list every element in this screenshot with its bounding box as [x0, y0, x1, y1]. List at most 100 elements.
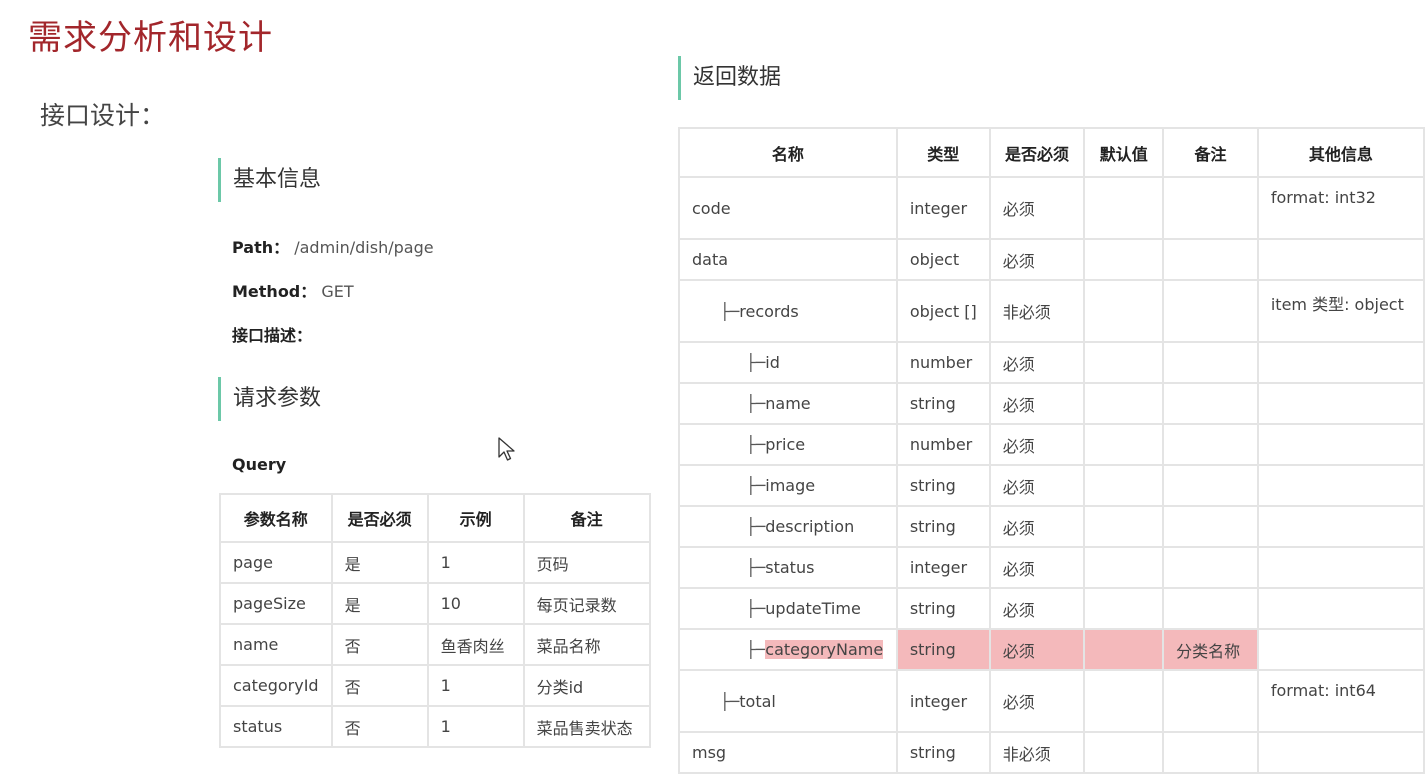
- path-label: Path：: [232, 238, 290, 257]
- table-cell: 1: [426, 705, 525, 748]
- table-header-row: 名称 类型 是否必须 默认值 备注 其他信息: [678, 127, 1425, 178]
- table-cell: 鱼香肉丝: [426, 623, 525, 666]
- column-header: 是否必须: [988, 127, 1086, 178]
- column-header: 备注: [1162, 127, 1259, 178]
- field-default: [1083, 238, 1165, 281]
- tree-branch-icon: ├─: [720, 301, 740, 321]
- field-type: number: [895, 423, 991, 466]
- column-header: 参数名称: [219, 493, 333, 543]
- field-type: string: [895, 505, 991, 548]
- field-other: [1256, 341, 1425, 384]
- table-row: status 否 1 菜品售卖状态: [219, 705, 651, 748]
- table-cell: 每页记录数: [522, 582, 651, 625]
- field-other: [1256, 587, 1425, 630]
- field-other: item 类型: object: [1256, 279, 1425, 343]
- field-name: description: [765, 517, 855, 536]
- table-cell: pageSize: [219, 582, 333, 625]
- field-name-cell: ├─total: [678, 669, 898, 733]
- field-default: [1083, 464, 1165, 507]
- field-other: [1256, 546, 1425, 589]
- tree-branch-icon: ├─: [746, 353, 766, 372]
- field-required: 非必须: [988, 731, 1086, 774]
- section-request-params: 请求参数: [218, 377, 321, 421]
- table-row: ├─status integer 必须: [678, 546, 1425, 589]
- path-value: /admin/dish/page: [294, 238, 434, 257]
- field-note: [1162, 669, 1259, 733]
- field-default: [1083, 587, 1165, 630]
- table-cell: 1: [426, 664, 525, 707]
- field-type: integer: [895, 176, 991, 240]
- table-header-row: 参数名称 是否必须 示例 备注: [219, 493, 651, 543]
- field-required: 必须: [988, 464, 1086, 507]
- field-type: integer: [895, 546, 991, 589]
- field-required: 必须: [988, 423, 1086, 466]
- table-row: name 否 鱼香肉丝 菜品名称: [219, 623, 651, 666]
- field-name: price: [765, 435, 806, 454]
- column-header: 其他信息: [1256, 127, 1425, 178]
- field-default: [1083, 423, 1165, 466]
- field-type: number: [895, 341, 991, 384]
- field-name-cell: ├─id: [678, 341, 898, 384]
- field-name-cell: ├─name: [678, 382, 898, 425]
- tree-branch-icon: ├─: [746, 435, 766, 454]
- field-name: code: [692, 198, 731, 218]
- field-required: 必须: [988, 669, 1086, 733]
- field-default: [1083, 176, 1165, 240]
- table-row: page 是 1 页码: [219, 541, 651, 584]
- table-row: categoryId 否 1 分类id: [219, 664, 651, 707]
- field-note: 分类名称: [1162, 628, 1259, 671]
- field-required: 必须: [988, 382, 1086, 425]
- table-cell: 菜品名称: [522, 623, 651, 666]
- field-name: total: [739, 691, 776, 711]
- field-name-cell: msg: [678, 731, 898, 774]
- field-name-cell: ├─price: [678, 423, 898, 466]
- path-line: Path： /admin/dish/page: [232, 234, 434, 258]
- table-cell: name: [219, 623, 333, 666]
- description-label: 接口描述：: [232, 326, 313, 345]
- response-data-table: 名称 类型 是否必须 默认值 备注 其他信息 code integer 必须 f…: [678, 127, 1425, 774]
- field-other: [1256, 628, 1425, 671]
- field-name-cell: ├─updateTime: [678, 587, 898, 630]
- column-header: 示例: [426, 493, 525, 543]
- column-header: 默认值: [1083, 127, 1165, 178]
- table-cell: 是: [330, 582, 429, 625]
- field-required: 必须: [988, 176, 1086, 240]
- section-response-data: 返回数据: [678, 56, 781, 100]
- table-row: ├─records object [] 非必须 item 类型: object: [678, 279, 1425, 343]
- field-note: [1162, 279, 1259, 343]
- field-note: [1162, 731, 1259, 774]
- field-other: [1256, 464, 1425, 507]
- column-header: 备注: [522, 493, 651, 543]
- field-note: [1162, 505, 1259, 548]
- field-note: [1162, 587, 1259, 630]
- section-basic-info: 基本信息: [218, 158, 321, 202]
- field-other: [1256, 382, 1425, 425]
- field-type: string: [895, 382, 991, 425]
- table-row: ├─id number 必须: [678, 341, 1425, 384]
- table-row: ├─name string 必须: [678, 382, 1425, 425]
- field-other: format: int32: [1256, 176, 1425, 240]
- field-type: string: [895, 731, 991, 774]
- field-name: status: [765, 558, 815, 577]
- table-cell: 10: [426, 582, 525, 625]
- table-row: ├─price number 必须: [678, 423, 1425, 466]
- field-name-cell: ├─description: [678, 505, 898, 548]
- field-default: [1083, 669, 1165, 733]
- column-header: 名称: [678, 127, 898, 178]
- field-note: [1162, 464, 1259, 507]
- field-other: [1256, 731, 1425, 774]
- table-cell: categoryId: [219, 664, 333, 707]
- field-other: [1256, 505, 1425, 548]
- field-required: 必须: [988, 587, 1086, 630]
- table-cell: page: [219, 541, 333, 584]
- field-other: [1256, 423, 1425, 466]
- field-required: 必须: [988, 546, 1086, 589]
- table-row: pageSize 是 10 每页记录数: [219, 582, 651, 625]
- table-row: ├─total integer 必须 format: int64: [678, 669, 1425, 733]
- field-type: integer: [895, 669, 991, 733]
- description-line: 接口描述：: [232, 322, 312, 346]
- field-type: object: [895, 238, 991, 281]
- field-name-cell: code: [678, 176, 898, 240]
- table-cell: status: [219, 705, 333, 748]
- table-cell: 否: [330, 623, 429, 666]
